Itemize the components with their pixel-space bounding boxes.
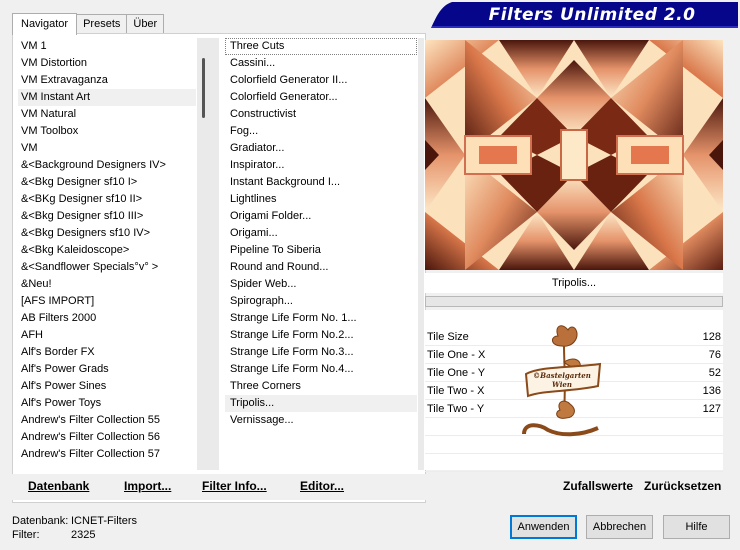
status-area: Datenbank: ICNET-Filters Filter: 2325 <box>12 514 137 542</box>
category-item[interactable]: &<Sandflower Specials°v° > <box>18 259 196 276</box>
category-item[interactable]: Andrew's Filter Collection 55 <box>18 412 196 429</box>
help-button[interactable]: Hilfe <box>663 515 730 539</box>
filter-item[interactable]: Lightlines <box>225 191 417 208</box>
filter-item[interactable]: Instant Background I... <box>225 174 417 191</box>
preview-pattern <box>425 40 723 270</box>
category-item[interactable]: Andrew's Filter Collection 56 <box>18 429 196 446</box>
category-item[interactable]: Alf's Power Toys <box>18 395 196 412</box>
category-item[interactable]: Alf's Border FX <box>18 344 196 361</box>
datenbank-button[interactable]: Datenbank <box>28 479 89 493</box>
param-value: 127 <box>702 403 721 415</box>
logo-line2: Wien <box>552 380 572 389</box>
db-value: ICNET-Filters <box>71 515 137 527</box>
category-item[interactable]: &<Background Designers IV> <box>18 157 196 174</box>
apply-button[interactable]: Anwenden <box>510 515 577 539</box>
filter-item[interactable]: Origami Folder... <box>225 208 417 225</box>
param-value: 136 <box>702 385 721 397</box>
import-button[interactable]: Import... <box>124 479 171 493</box>
filter-item[interactable]: Strange Life Form No.3... <box>225 344 417 361</box>
category-list[interactable]: VM 1 VM Distortion VM Extravaganza VM Insta… <box>18 38 196 470</box>
cancel-button[interactable]: Abbrechen <box>586 515 653 539</box>
editor-button[interactable]: Editor... <box>300 479 344 493</box>
db-label: Datenbank: <box>12 515 69 527</box>
filter-item[interactable]: Spider Web... <box>225 276 417 293</box>
category-item[interactable]: VM Instant Art <box>18 89 196 106</box>
filter-item[interactable]: Strange Life Form No. 1... <box>225 310 417 327</box>
category-item[interactable]: [AFS IMPORT] <box>18 293 196 310</box>
category-item[interactable]: &<Bkg Designer sf10 III> <box>18 208 196 225</box>
filter-item[interactable]: Colorfield Generator... <box>225 89 417 106</box>
filter-item[interactable]: Colorfield Generator II... <box>225 72 417 89</box>
tab-bar: Navigator Presets Über <box>12 13 165 35</box>
category-scroll-thumb[interactable] <box>202 58 205 118</box>
filter-item[interactable]: Spirograph... <box>225 293 417 310</box>
param-label: Tile One - X <box>427 349 486 361</box>
filter-item[interactable]: Three Corners <box>225 378 417 395</box>
category-item[interactable]: &<Bkg Kaleidoscope> <box>18 242 196 259</box>
filter-item[interactable]: Strange Life Form No.4... <box>225 361 417 378</box>
filter-item[interactable]: Three Cuts <box>225 38 417 55</box>
filter-item[interactable]: Vernissage... <box>225 412 417 429</box>
category-item[interactable]: &<BKg Designer sf10 II> <box>18 191 196 208</box>
filter-preview[interactable] <box>425 40 723 270</box>
random-values-button[interactable]: Zufallswerte <box>563 479 633 493</box>
category-item[interactable]: Alf's Power Sines <box>18 378 196 395</box>
tab-navigator[interactable]: Navigator <box>12 13 78 35</box>
logo-line1: ©Bastelgarten <box>533 371 591 380</box>
bastelgarten-logo: ©Bastelgarten Wien <box>522 325 602 437</box>
category-item[interactable]: &<Bkg Designer sf10 I> <box>18 174 196 191</box>
category-item[interactable]: VM <box>18 140 196 157</box>
category-item[interactable]: &Neu! <box>18 276 196 293</box>
filter-item[interactable]: Round and Round... <box>225 259 417 276</box>
category-item[interactable]: VM Extravaganza <box>18 72 196 89</box>
param-label: Tile Size <box>427 331 469 343</box>
param-label: Tile Two - Y <box>427 403 485 415</box>
filter-item[interactable]: Strange Life Form No.2... <box>225 327 417 344</box>
reset-button[interactable]: Zurücksetzen <box>644 479 721 493</box>
param-label: Tile Two - X <box>427 385 485 397</box>
preview-filter-name: Tripolis... <box>425 273 723 293</box>
category-item[interactable]: AB Filters 2000 <box>18 310 196 327</box>
filter-list[interactable]: Three Cuts Cassini... Colorfield Generator… <box>225 38 417 470</box>
filter-item[interactable]: Gradiator... <box>225 140 417 157</box>
progress-bar <box>425 296 723 307</box>
parameter-toolbar: Zufallswerte Zurücksetzen <box>425 474 723 500</box>
tab-uber[interactable]: Über <box>126 14 165 34</box>
param-row-empty <box>425 454 723 472</box>
list-divider <box>216 38 219 470</box>
filter-item[interactable]: Tripolis... <box>225 395 417 412</box>
category-item[interactable]: &<Bkg Designers sf10 IV> <box>18 225 196 242</box>
category-item[interactable]: Alf's Power Grads <box>18 361 196 378</box>
param-value: 128 <box>702 331 721 343</box>
filter-item[interactable]: Constructivist <box>225 106 417 123</box>
panel-divider <box>418 38 424 470</box>
category-item[interactable]: VM Distortion <box>18 55 196 72</box>
category-item[interactable]: VM Natural <box>18 106 196 123</box>
param-value: 76 <box>708 349 721 361</box>
category-item[interactable]: VM 1 <box>18 38 196 55</box>
filter-item[interactable]: Cassini... <box>225 55 417 72</box>
category-item[interactable]: AFH <box>18 327 196 344</box>
filter-count-label: Filter: <box>12 529 40 541</box>
filter-count-value: 2325 <box>71 529 96 541</box>
navigator-toolbar: Datenbank Import... Filter Info... Edito… <box>12 474 426 500</box>
filter-item[interactable]: Inspirator... <box>225 157 417 174</box>
banner-title: Filters Unlimited 2.0 <box>488 5 696 25</box>
category-item[interactable]: Andrew's Filter Collection 57 <box>18 446 196 463</box>
filter-item[interactable]: Origami... <box>225 225 417 242</box>
param-label: Tile One - Y <box>427 367 486 379</box>
category-scrollbar[interactable] <box>197 38 216 470</box>
filter-info-button[interactable]: Filter Info... <box>202 479 267 493</box>
filter-item[interactable]: Fog... <box>225 123 417 140</box>
filter-item[interactable]: Pipeline To Siberia <box>225 242 417 259</box>
tab-presets[interactable]: Presets <box>76 14 128 34</box>
category-item[interactable]: VM Toolbox <box>18 123 196 140</box>
param-value: 52 <box>708 367 721 379</box>
